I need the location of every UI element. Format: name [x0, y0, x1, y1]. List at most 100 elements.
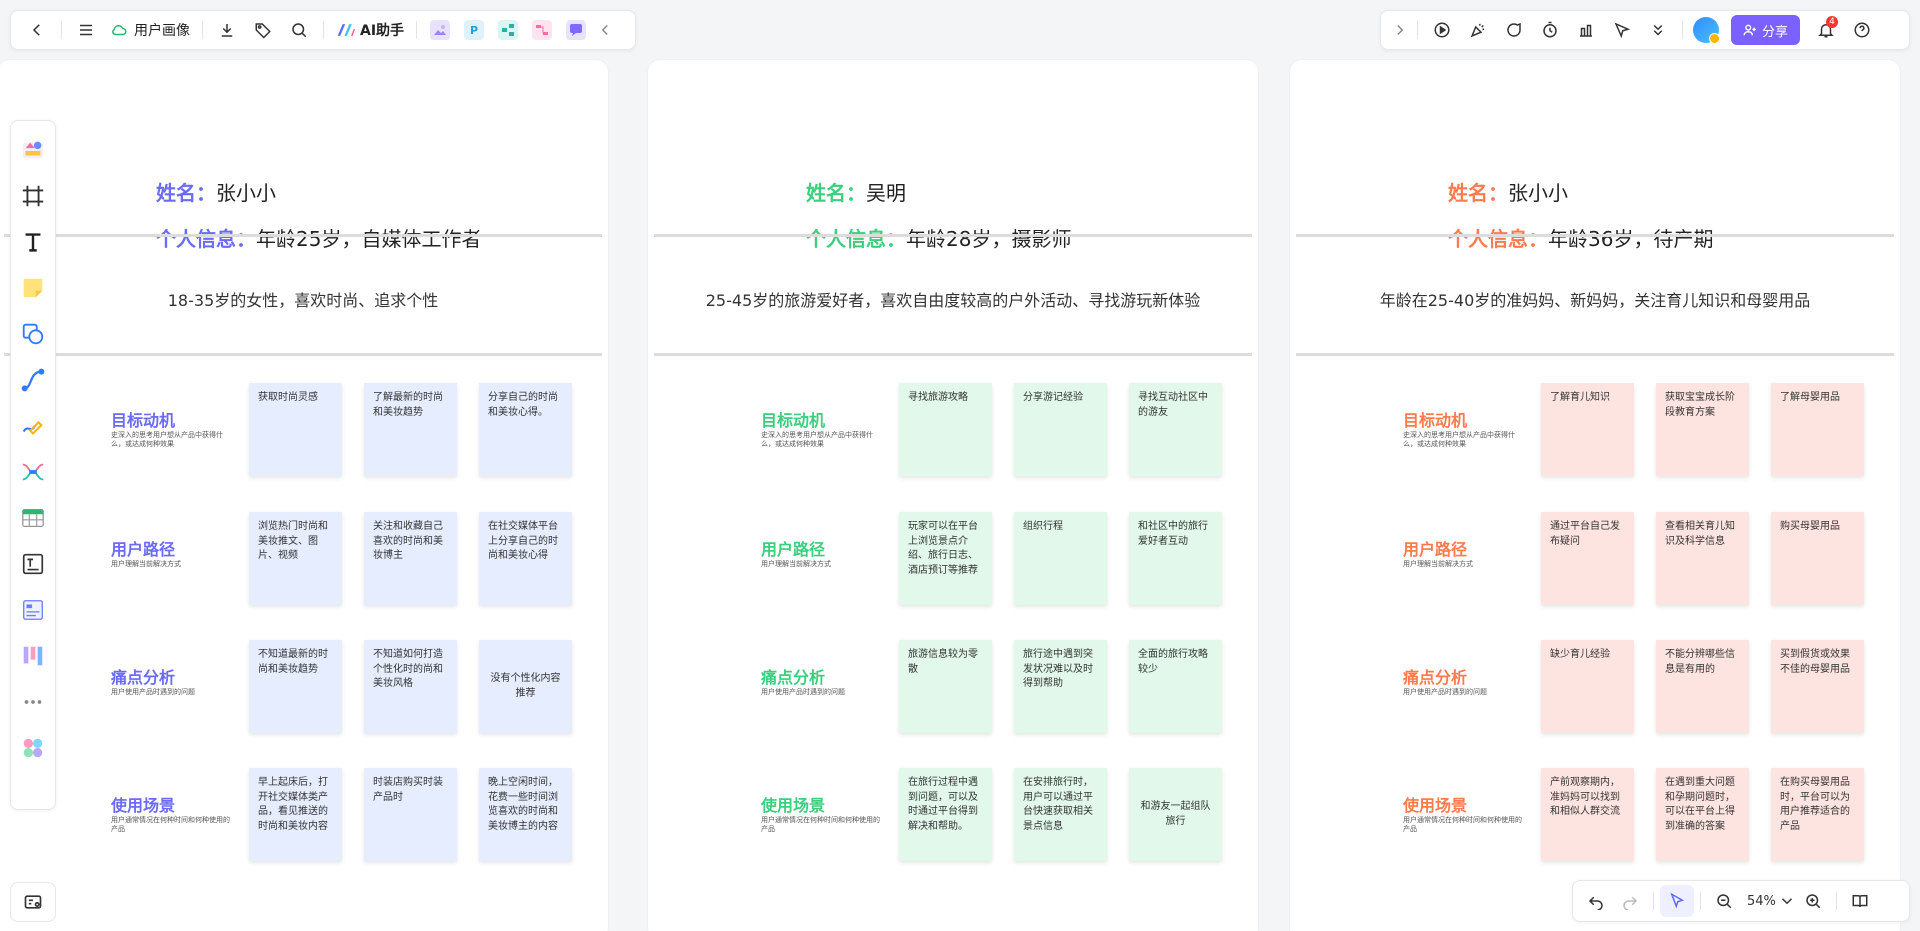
info-label: 个人信息：: [1448, 227, 1548, 251]
present-icon[interactable]: [1424, 14, 1460, 46]
divider: [1835, 892, 1837, 910]
back-icon[interactable]: [19, 14, 55, 46]
sticky-note[interactable]: 时装店购买时装产品时: [364, 768, 457, 861]
sticky-note[interactable]: 在社交媒体平台上分享自己的时尚和美妆心得: [479, 512, 572, 605]
sticky-note[interactable]: 了解最新的时尚和美妆趋势: [364, 383, 457, 476]
book-icon[interactable]: [1843, 885, 1877, 917]
plugins-icon[interactable]: [15, 728, 51, 768]
document-title[interactable]: 用户画像: [104, 20, 196, 40]
sticky-note[interactable]: 组织行程: [1014, 512, 1107, 605]
zoom-level[interactable]: 54%: [1741, 894, 1778, 909]
sticky-note[interactable]: 在购买母婴用品时，平台可以为用户推荐适合的产品: [1771, 768, 1864, 861]
sticky-note[interactable]: 没有个性化内容推荐: [479, 640, 572, 733]
search-icon[interactable]: [281, 14, 317, 46]
connector-icon[interactable]: [15, 360, 51, 400]
p-app-icon[interactable]: P: [464, 20, 485, 40]
sticky-note[interactable]: 购买母婴用品: [1771, 512, 1864, 605]
mindmap-app-icon[interactable]: [532, 20, 553, 40]
sticky-note[interactable]: 在安排旅行时，用户可以通过平台快速获取相关景点信息: [1014, 768, 1107, 861]
sticky-note[interactable]: 玩家可以在平台上浏览景点介绍、旅行日志、酒店预订等推荐: [899, 512, 992, 605]
sticky-note[interactable]: 在遇到重大问题和孕期问题时，可以在平台上得到准确的答案: [1656, 768, 1749, 861]
sticky-note[interactable]: 关注和收藏自己喜欢的时尚和美妆博主: [364, 512, 457, 605]
laser-pointer-icon[interactable]: [1604, 14, 1640, 46]
template-icon[interactable]: [15, 130, 51, 170]
sticky-note[interactable]: 产前观察期内，准妈妈可以找到和相似人群交流: [1541, 768, 1634, 861]
collapse-icon[interactable]: [593, 14, 617, 46]
redo-icon[interactable]: [1613, 885, 1647, 917]
frame-icon[interactable]: [15, 176, 51, 216]
ai-assistant-label: AI助手: [360, 23, 405, 39]
sticky-note[interactable]: 旅游信息较为零散: [899, 640, 992, 733]
sticky-note[interactable]: 买到假货或效果不佳的母婴用品: [1771, 640, 1864, 733]
ai-assistant-button[interactable]: AI助手: [330, 20, 410, 40]
image-app-icon[interactable]: [430, 20, 451, 40]
sticky-note[interactable]: 查看相关育儿知识及科学信息: [1656, 512, 1749, 605]
sticky-note[interactable]: 浏览热门时尚和美妆推文、图片、视频: [249, 512, 342, 605]
expand-icon[interactable]: [1389, 14, 1411, 46]
sticky-note[interactable]: 在旅行过程中遇到问题，可以及时通过平台得到解决和帮助。: [899, 768, 992, 861]
celebrate-icon[interactable]: [1460, 14, 1496, 46]
section-divider: [4, 234, 602, 237]
minimap-button[interactable]: [10, 882, 56, 922]
name-value: 吴明: [866, 181, 906, 205]
row-title: 目标动机: [761, 411, 826, 430]
name-label: 姓名：: [156, 181, 216, 205]
sticky-note[interactable]: 寻找互动社区中的游友: [1129, 383, 1222, 476]
sticky-note[interactable]: 不能分辨哪些信息是有用的: [1656, 640, 1749, 733]
pen-icon[interactable]: [15, 406, 51, 446]
sticky-note[interactable]: 获取时尚灵感: [249, 383, 342, 476]
sticky-note[interactable]: 了解母婴用品: [1771, 383, 1864, 476]
sticky-note[interactable]: 寻找旅游攻略: [899, 383, 992, 476]
info-label: 个人信息：: [806, 227, 906, 251]
table-icon[interactable]: [15, 498, 51, 538]
sticky-note[interactable]: 不知道最新的时尚和美妆趋势: [249, 640, 342, 733]
sticky-note[interactable]: 旅行途中遇到突发状况难以及时得到帮助: [1014, 640, 1107, 733]
help-icon[interactable]: [1844, 14, 1880, 46]
shape-icon[interactable]: [15, 314, 51, 354]
sticky-note-icon[interactable]: [15, 268, 51, 308]
cloud-sync-icon: [112, 24, 127, 36]
sticky-note[interactable]: 不知道如何打造个性化时的尚和美妆风格: [364, 640, 457, 733]
share-button[interactable]: 分享: [1731, 15, 1801, 45]
sticky-note[interactable]: 和游友一起组队旅行: [1129, 768, 1222, 861]
sticky-note[interactable]: 了解育儿知识: [1541, 383, 1634, 476]
divider: [1700, 892, 1701, 910]
name-value: 张小小: [216, 181, 276, 205]
sticky-note[interactable]: 分享游记经验: [1014, 383, 1107, 476]
row-title: 用户路径: [1403, 540, 1468, 559]
divider: [1682, 21, 1683, 39]
text-block-icon[interactable]: [15, 544, 51, 584]
zoom-dropdown-icon[interactable]: [1778, 885, 1796, 917]
more-icon[interactable]: [15, 682, 51, 722]
zoom-in-icon[interactable]: [1796, 885, 1830, 917]
mindmap-icon[interactable]: [15, 452, 51, 492]
zoom-out-icon[interactable]: [1707, 885, 1741, 917]
select-tool-icon[interactable]: [1660, 885, 1694, 917]
sticky-note[interactable]: 晚上空闲时间，花费一些时间浏览喜欢的时尚和美妆博主的内容: [479, 768, 572, 861]
sticky-note[interactable]: 早上起床后，打开社交媒体类产品，看见推送的时尚和美妆内容: [249, 768, 342, 861]
chat-app-icon[interactable]: [566, 20, 587, 40]
collab-toolbar: 分享 4: [1380, 10, 1910, 50]
tag-icon[interactable]: [245, 14, 281, 46]
more-tools-icon[interactable]: [1640, 14, 1676, 46]
avatar[interactable]: [1693, 17, 1720, 44]
vote-icon[interactable]: [1568, 14, 1604, 46]
row-subtitle: 史深入的思考用户想从产品中获得什么，或达成何种效果: [761, 431, 873, 449]
flow-app-icon[interactable]: [498, 20, 519, 40]
kanban-icon[interactable]: [15, 636, 51, 676]
menu-icon[interactable]: [68, 14, 104, 46]
sticky-note[interactable]: 获取宝宝成长阶段教育方案: [1656, 383, 1749, 476]
sticky-note[interactable]: 缺少育儿经验: [1541, 640, 1634, 733]
download-icon[interactable]: [209, 14, 245, 46]
divider: [416, 21, 418, 39]
sticky-note[interactable]: 通过平台自己发布疑问: [1541, 512, 1634, 605]
text-tool-icon[interactable]: [15, 222, 51, 262]
comment-icon[interactable]: [1496, 14, 1532, 46]
sticky-note[interactable]: 分享自己的时尚和美妆心得。: [479, 383, 572, 476]
sticky-note[interactable]: 和社区中的旅行爱好者互动: [1129, 512, 1222, 605]
notification-button[interactable]: 4: [1808, 14, 1844, 46]
undo-icon[interactable]: [1579, 885, 1613, 917]
timer-icon[interactable]: [1532, 14, 1568, 46]
sticky-note[interactable]: 全面的旅行攻略较少: [1129, 640, 1222, 733]
card-icon[interactable]: [15, 590, 51, 630]
